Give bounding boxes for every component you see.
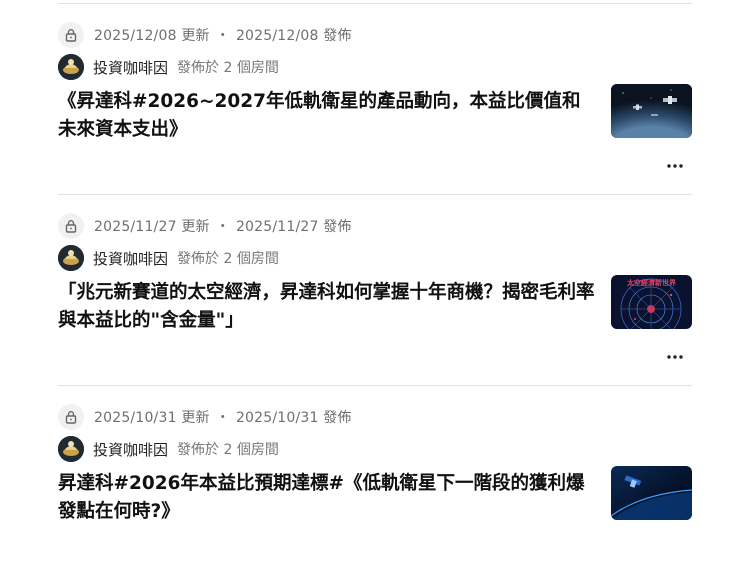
avatar[interactable]	[58, 436, 84, 462]
room-link[interactable]: 2 個房間	[223, 60, 278, 76]
author-name[interactable]: 投資咖啡因	[93, 248, 168, 269]
post-title[interactable]: 《昇達科#2026~2027年低軌衛星的產品動向，本益比價值和未來資本支出》	[58, 88, 598, 144]
lock-icon	[58, 404, 84, 430]
room-info: 發佈於 2 個房間	[177, 439, 279, 459]
published-date: 2025/10/31 發佈	[235, 410, 352, 426]
more-dots-icon[interactable]	[662, 156, 688, 176]
meta-separator: ・	[215, 28, 230, 44]
lock-icon	[58, 213, 84, 239]
updated-date: 2025/11/27 更新	[94, 219, 210, 235]
post-title[interactable]: 「兆元新賽道的太空經濟，昇達科如何掌握十年商機？揭密毛利率與本益比的"含金量"」	[58, 279, 598, 335]
room-link[interactable]: 2 個房間	[223, 442, 278, 458]
room-info: 發佈於 2 個房間	[177, 57, 279, 77]
room-link[interactable]: 2 個房間	[223, 251, 278, 267]
post-feed: 2025/12/08 更新・ 2025/12/08 發佈 投資咖啡因 發佈於 2 …	[0, 0, 740, 532]
post-dates: 2025/10/31 更新・ 2025/10/31 發佈	[94, 407, 352, 427]
updated-date: 2025/10/31 更新	[94, 410, 210, 426]
thumbnail-caption: 太空經濟新世界	[627, 278, 677, 287]
post-meta: 2025/10/31 更新・ 2025/10/31 發佈	[58, 404, 352, 430]
post-card[interactable]: 2025/12/08 更新・ 2025/12/08 發佈 投資咖啡因 發佈於 2 …	[58, 3, 692, 193]
room-info: 發佈於 2 個房間	[177, 248, 279, 268]
meta-separator: ・	[215, 410, 230, 426]
room-prefix: 發佈於	[177, 442, 220, 458]
updated-date: 2025/12/08 更新	[94, 28, 210, 44]
post-meta: 2025/12/08 更新・ 2025/12/08 發佈	[58, 22, 352, 48]
author-name[interactable]: 投資咖啡因	[93, 439, 168, 460]
meta-separator: ・	[215, 219, 230, 235]
post-card[interactable]: 2025/11/27 更新・ 2025/11/27 發佈 投資咖啡因 發佈於 2 …	[58, 194, 692, 384]
author-row: 投資咖啡因 發佈於 2 個房間	[58, 54, 279, 80]
post-thumbnail[interactable]	[611, 466, 692, 520]
avatar[interactable]	[58, 245, 84, 271]
author-row: 投資咖啡因 發佈於 2 個房間	[58, 245, 279, 271]
post-thumbnail[interactable]: 太空經濟新世界	[611, 275, 692, 329]
published-date: 2025/12/08 發佈	[235, 28, 352, 44]
post-meta: 2025/11/27 更新・ 2025/11/27 發佈	[58, 213, 352, 239]
post-card[interactable]: 2025/10/31 更新・ 2025/10/31 發佈 投資咖啡因 發佈於 2 …	[58, 385, 692, 575]
lock-icon	[58, 22, 84, 48]
post-dates: 2025/11/27 更新・ 2025/11/27 發佈	[94, 216, 352, 236]
published-date: 2025/11/27 發佈	[235, 219, 352, 235]
post-thumbnail[interactable]	[611, 84, 692, 138]
room-prefix: 發佈於	[177, 251, 220, 267]
room-prefix: 發佈於	[177, 60, 220, 76]
post-dates: 2025/12/08 更新・ 2025/12/08 發佈	[94, 25, 352, 45]
author-row: 投資咖啡因 發佈於 2 個房間	[58, 436, 279, 462]
more-dots-icon[interactable]	[662, 347, 688, 367]
avatar[interactable]	[58, 54, 84, 80]
author-name[interactable]: 投資咖啡因	[93, 57, 168, 78]
post-title[interactable]: 昇達科#2026年本益比預期達標#《低軌衛星下一階段的獲利爆發點在何時?》	[58, 470, 598, 526]
